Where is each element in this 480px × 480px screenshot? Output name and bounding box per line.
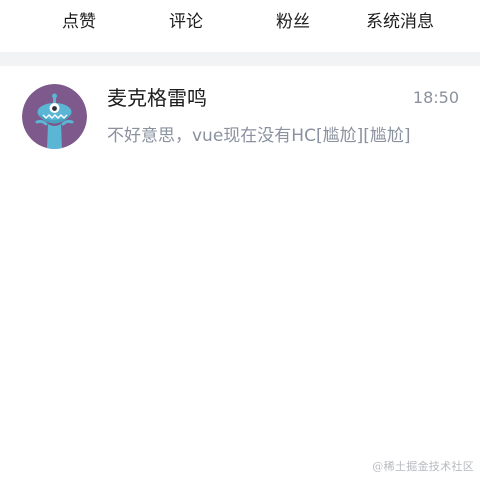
tab-comments[interactable]: 评论 <box>169 10 203 34</box>
tab-followers[interactable]: 粉丝 <box>276 10 310 34</box>
monster-avatar-icon <box>22 84 87 149</box>
messages-page: 点赞 评论 粉丝 系统消息 麦克格雷鸣 18:50 不好意思，vue现在没有HC… <box>0 0 480 480</box>
watermark: @稀土掘金技术社区 <box>372 460 474 473</box>
message-time: 18:50 <box>412 88 459 107</box>
sender-name: 麦克格雷鸣 <box>107 86 207 110</box>
tab-likes[interactable]: 点赞 <box>62 10 96 34</box>
tab-bar: 点赞 评论 粉丝 系统消息 <box>0 0 480 52</box>
tab-system-messages[interactable]: 系统消息 <box>366 10 434 34</box>
section-divider <box>0 52 480 66</box>
sender-avatar[interactable] <box>22 84 87 149</box>
message-list-item[interactable]: 麦克格雷鸣 18:50 不好意思，vue现在没有HC[尴尬][尴尬] <box>0 66 480 168</box>
message-preview: 不好意思，vue现在没有HC[尴尬][尴尬] <box>107 126 411 146</box>
